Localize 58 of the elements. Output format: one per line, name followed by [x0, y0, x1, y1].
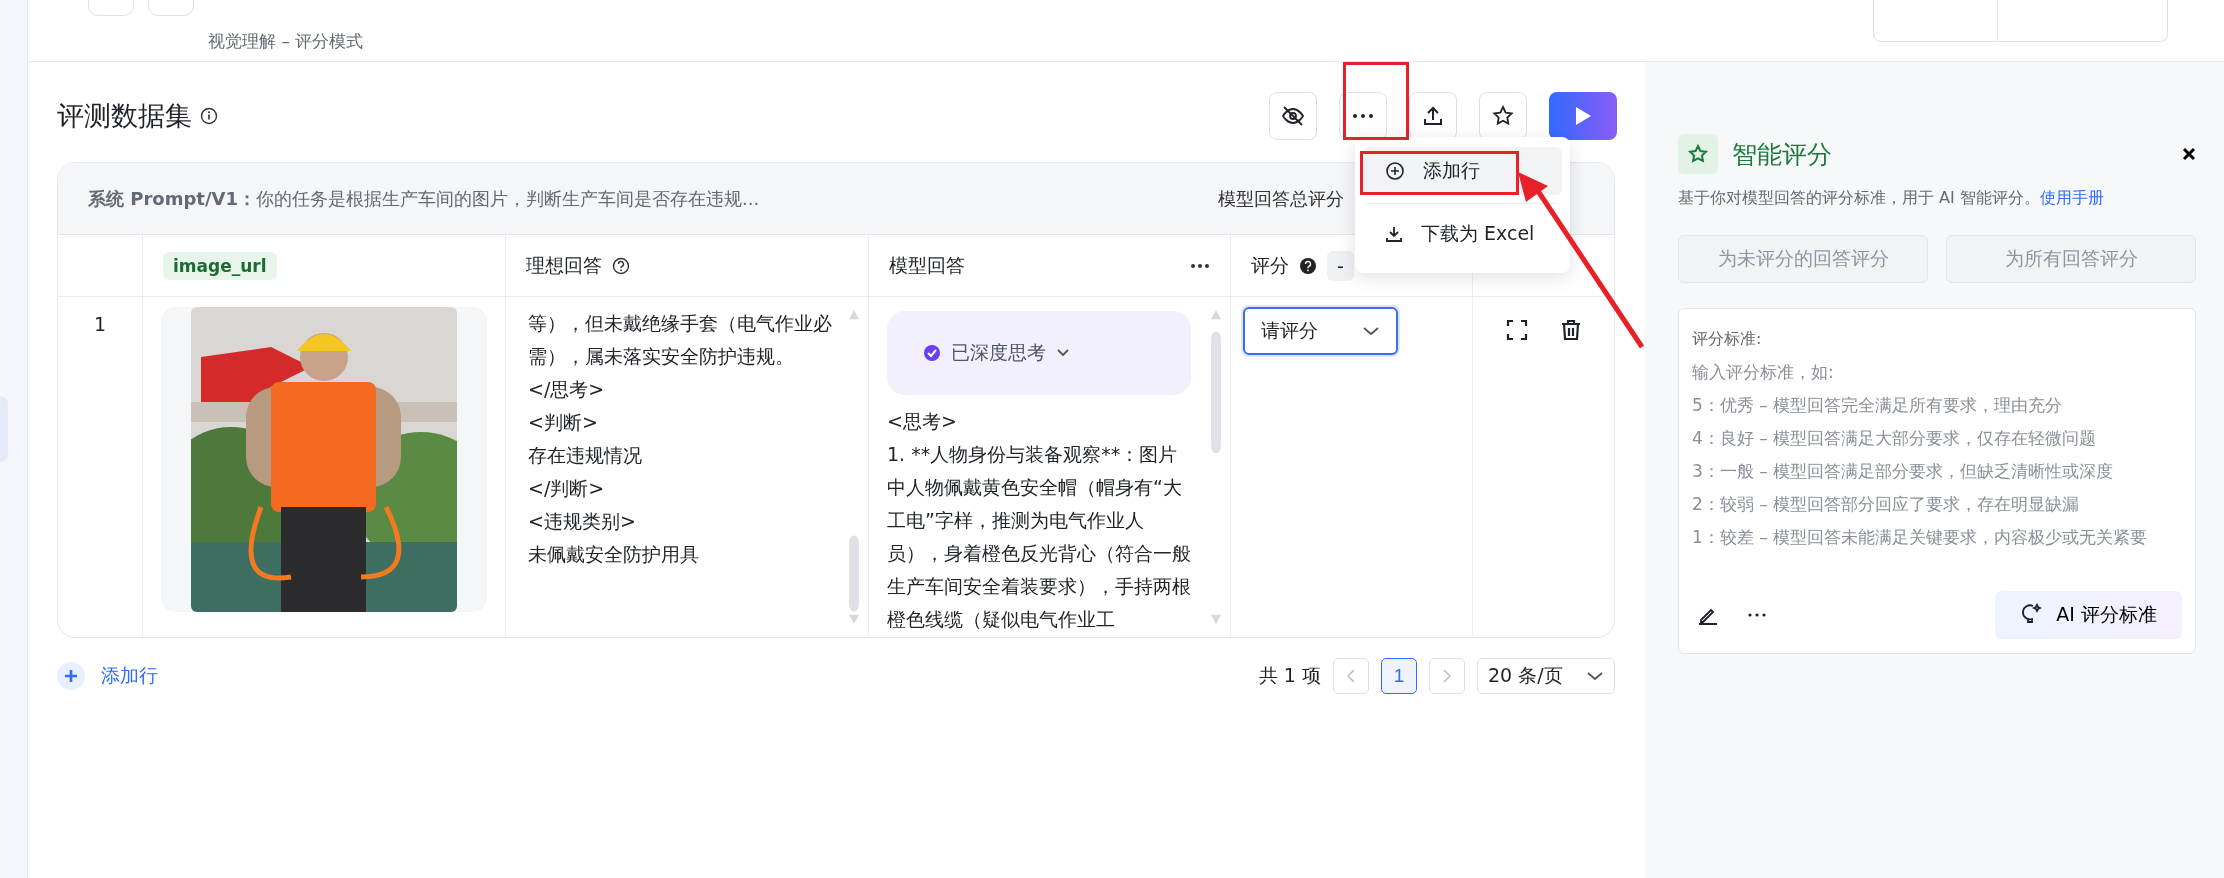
more-icon[interactable] — [1748, 613, 1766, 617]
manual-link[interactable]: 使用手册 — [2039, 188, 2104, 207]
plus-circle-icon — [1385, 161, 1405, 181]
menu-item[interactable]: 下载为 Excel — [1363, 203, 1562, 263]
row-index: 1 — [93, 313, 107, 335]
star-button[interactable] — [1479, 92, 1527, 140]
score-chip: - — [1327, 250, 1354, 281]
close-icon — [2182, 147, 2196, 161]
column-header: 模型回答 — [889, 252, 965, 278]
answer-text: <思考> — [887, 409, 957, 434]
check-circle-icon — [923, 344, 941, 362]
plus-icon — [57, 662, 85, 690]
criteria-field[interactable]: 评分标准: 输入评分标准，如: 5：优秀 – 模型回答完全满足所有要求，理由充分 4：良好 – 模型回答满足大部分要求，仅存在轻微问题 3：一般 – 模型回答满足部分要求，但缺乏清晰性或深度 2：较弱 – 模型回答部分回应了要求，存在明显缺漏 1：较差 – 模型回答未能满足关键要求，内容极少或无关紧要 AI 评分标准 — [1678, 308, 2196, 654]
answer-text: </判断> — [528, 476, 605, 501]
answer-text: <判断> — [528, 410, 598, 435]
add-row-link[interactable]: 添加行 — [57, 662, 158, 690]
expand-icon[interactable] — [1505, 319, 1528, 341]
more-icon — [1352, 113, 1374, 119]
hidden-eye-icon — [1281, 104, 1305, 128]
criteria-label: 评分标准: — [1692, 329, 1763, 350]
page-button[interactable]: 1 — [1381, 658, 1417, 694]
thinking-toggle[interactable]: 已深度思考 — [887, 311, 1191, 395]
column-header: 评分 — [1251, 252, 1289, 278]
star-icon — [1491, 104, 1515, 128]
system-prompt: 系统 Prompt/V1：你的任务是根据生产车间的图片，判断生产车间是否存在违规... — [88, 186, 760, 211]
column-tag: image_url — [163, 251, 277, 280]
upload-icon — [1422, 105, 1444, 127]
play-icon — [1573, 105, 1593, 127]
help-icon — [1299, 256, 1317, 275]
upload-button[interactable] — [1409, 92, 1457, 140]
answer-text: 1. **人物身份与装备观察**：图片中人物佩戴黄色安全帽（帽身有“大工电”字样，推测为电气作业人员），身着橙色反光背心（符合一般生产车间安全着装要求），手持两根橙色线缆（疑似电气作业工 — [887, 442, 1192, 632]
chevron-left-icon — [1347, 669, 1355, 683]
more-icon[interactable] — [1190, 262, 1210, 269]
ai-criteria-button[interactable]: AI 评分标准 — [1995, 591, 2182, 639]
chevron-right-icon — [1443, 669, 1451, 683]
answer-text: 等），但未戴绝缘手套（电气作业必需），属未落实安全防护违规。 — [528, 311, 832, 369]
page-title: 评测数据集 — [57, 99, 192, 133]
download-icon — [1385, 224, 1403, 243]
run-button[interactable] — [1549, 92, 1617, 140]
column-header: 理想回答 — [526, 252, 602, 278]
chevron-down-icon — [1056, 348, 1070, 358]
answer-text: </思考> — [528, 377, 605, 402]
total-score-label: 模型回答总评分 — [1218, 186, 1344, 211]
page-size-select[interactable]: 20 条/页 — [1477, 658, 1615, 694]
breadcrumb: 视觉理解 – 评分模式 — [208, 30, 364, 53]
answer-text: 未佩戴安全防护用具 — [528, 542, 699, 567]
total-count: 共 1 项 — [1258, 663, 1321, 688]
chevron-down-icon — [1362, 326, 1380, 336]
answer-text: 存在违规情况 — [528, 443, 642, 468]
delete-icon[interactable] — [1559, 319, 1582, 341]
chevron-down-icon — [1586, 671, 1604, 681]
panel-title: 智能评分 — [1732, 138, 1832, 171]
score-select[interactable]: 请评分 — [1243, 307, 1398, 355]
panel-description: 基于你对模型回答的评分标准，用于 AI 智能评分。使用手册 — [1678, 188, 2105, 209]
info-icon — [200, 107, 218, 125]
help-icon — [612, 256, 630, 275]
answer-text: <违规类别> — [528, 509, 636, 534]
hide-button[interactable] — [1269, 92, 1317, 140]
